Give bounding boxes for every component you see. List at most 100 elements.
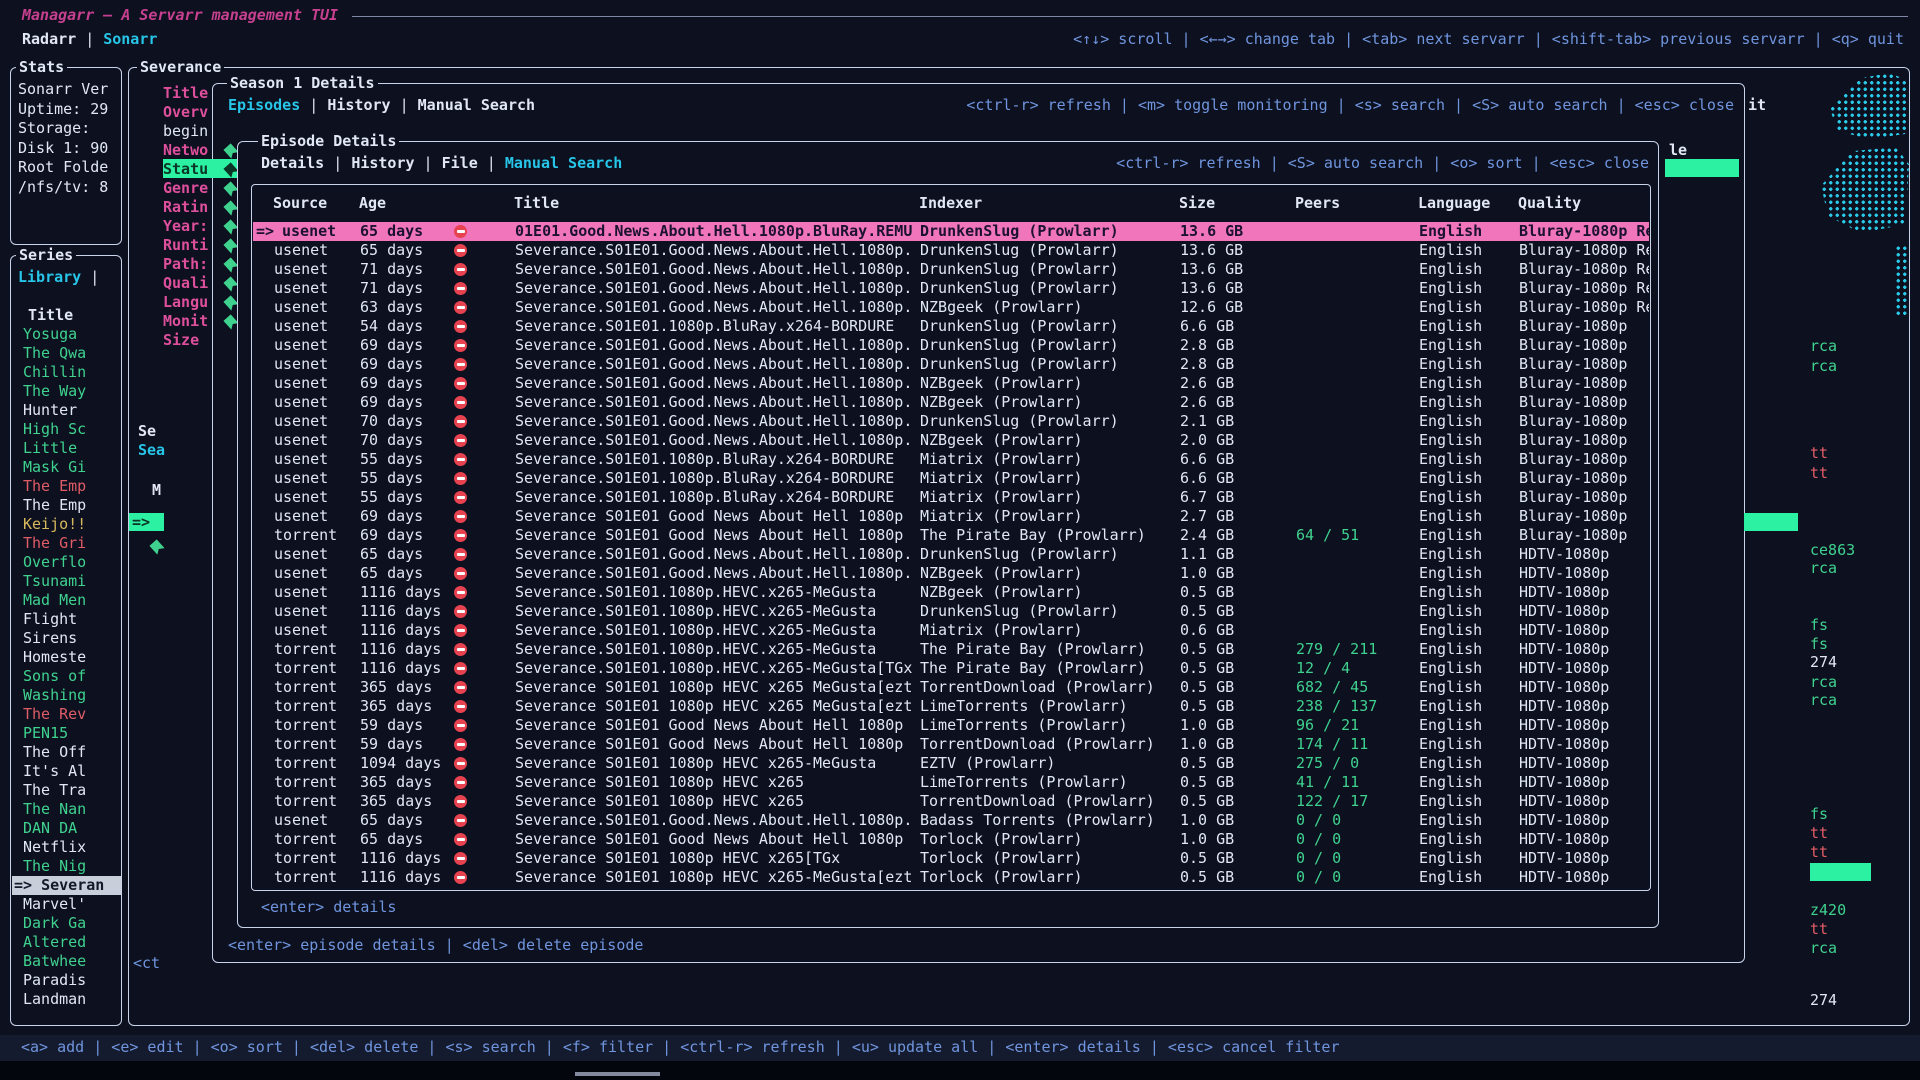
release-row[interactable]: usenet55 daysSeverance.S01E01.1080p.BluR… [253,469,1649,488]
release-row[interactable]: usenet55 daysSeverance.S01E01.1080p.BluR… [253,450,1649,469]
series-item[interactable]: Batwhee [23,952,121,971]
release-size: 0.5 GB [1180,583,1285,602]
episode-tab-details[interactable]: Details [261,154,324,173]
release-row[interactable]: usenet69 daysSeverance.S01E01.Good.News.… [253,336,1649,355]
release-row[interactable]: usenet1116 daysSeverance.S01E01.1080p.HE… [253,602,1649,621]
release-row[interactable]: torrent65 daysSeverance S01E01 Good News… [253,830,1649,849]
series-item[interactable]: Hunter [23,401,121,420]
release-row[interactable]: usenet71 daysSeverance.S01E01.Good.News.… [253,260,1649,279]
series-item[interactable]: Chillin [23,363,121,382]
release-source: usenet [274,241,356,260]
series-item[interactable]: Little [23,439,121,458]
release-size: 1.0 GB [1180,564,1285,583]
servarr-tab-sonarr[interactable]: Sonarr [103,30,157,49]
release-row[interactable]: usenet69 daysSeverance.S01E01.Good.News.… [253,393,1649,412]
episode-tab-manual-search[interactable]: Manual Search [505,154,622,173]
release-quality: Bluray-1080p Re [1519,241,1649,260]
release-row[interactable]: torrent59 daysSeverance S01E01 Good News… [253,735,1649,754]
series-item[interactable]: High Sc [23,420,121,439]
release-row[interactable]: usenet63 daysSeverance.S01E01.Good.News.… [253,298,1649,317]
release-row[interactable]: usenet1116 daysSeverance.S01E01.1080p.HE… [253,621,1649,640]
series-item[interactable]: Sons of [23,667,121,686]
release-title: Severance.S01E01.Good.News.About.Hell.10… [515,279,915,298]
release-row[interactable]: usenet55 daysSeverance.S01E01.1080p.BluR… [253,488,1649,507]
series-item[interactable]: The Off [23,743,121,762]
series-item[interactable]: Altered [23,933,121,952]
servarr-tab-radarr[interactable]: Radarr [22,30,76,49]
release-row[interactable]: torrent69 daysSeverance S01E01 Good News… [253,526,1649,545]
release-size: 2.4 GB [1180,526,1285,545]
release-age: 69 days [360,336,452,355]
series-item[interactable]: Tsunami [23,572,121,591]
series-item[interactable]: Mask Gi [23,458,121,477]
release-row[interactable]: torrent1116 daysSeverance S01E01 1080p H… [253,849,1649,868]
rejected-icon [454,643,467,656]
series-item[interactable]: The Emp [23,477,121,496]
release-row[interactable]: torrent1094 daysSeverance S01E01 1080p H… [253,754,1649,773]
series-item[interactable]: Landman [23,990,121,1009]
season-tab-episodes[interactable]: Episodes [228,96,300,115]
series-item[interactable]: The Nig [23,857,121,876]
release-row[interactable]: usenet70 daysSeverance.S01E01.Good.News.… [253,431,1649,450]
release-indexer: Torlock (Prowlarr) [920,849,1172,868]
series-item[interactable]: Flight [23,610,121,629]
series-item[interactable]: The Way [23,382,121,401]
release-title: Severance.S01E01.1080p.BluRay.x264-BORDU… [515,488,915,507]
release-row[interactable]: torrent1116 daysSeverance.S01E01.1080p.H… [253,640,1649,659]
tab-separator: | [391,96,418,115]
series-item[interactable]: Sirens [23,629,121,648]
release-row[interactable]: torrent1116 daysSeverance S01E01 1080p H… [253,868,1649,887]
episode-tab-file[interactable]: File [442,154,478,173]
release-row[interactable]: =>usenet65 days01E01.Good.News.About.Hel… [253,222,1649,241]
release-row[interactable]: usenet69 daysSeverance.S01E01.Good.News.… [253,374,1649,393]
series-item[interactable]: Netflix [23,838,121,857]
series-item[interactable]: Overflo [23,553,121,572]
series-item[interactable]: The Emp [23,496,121,515]
release-row[interactable]: torrent1116 daysSeverance.S01E01.1080p.H… [253,659,1649,678]
series-item[interactable]: Yosuga [23,325,121,344]
series-item[interactable]: The Tra [23,781,121,800]
release-source: usenet [274,545,356,564]
series-item[interactable]: Keijo!! [23,515,121,534]
series-item[interactable]: The Gri [23,534,121,553]
release-title: Severance.S01E01.Good.News.About.Hell.10… [515,545,915,564]
series-item[interactable]: Marvel' [23,895,121,914]
release-age: 59 days [360,716,452,735]
top-keybinds: <↑↓> scroll | <←→> change tab | <tab> ne… [1073,30,1904,49]
series-item[interactable]: Washing [23,686,121,705]
series-item[interactable]: Dark Ga [23,914,121,933]
series-item[interactable]: => Severan [12,876,121,895]
release-quality: Bluray-1080p [1519,374,1649,393]
release-row[interactable]: torrent59 daysSeverance S01E01 Good News… [253,716,1649,735]
release-size: 0.5 GB [1180,868,1285,887]
series-item[interactable]: Homeste [23,648,121,667]
series-item[interactable]: The Qwa [23,344,121,363]
release-row[interactable]: torrent365 daysSeverance S01E01 1080p HE… [253,773,1649,792]
series-item[interactable]: Mad Men [23,591,121,610]
release-row[interactable]: usenet71 daysSeverance.S01E01.Good.News.… [253,279,1649,298]
release-row[interactable]: torrent365 daysSeverance S01E01 1080p HE… [253,792,1649,811]
release-row[interactable]: usenet65 daysSeverance.S01E01.Good.News.… [253,241,1649,260]
release-row[interactable]: usenet69 daysSeverance S01E01 Good News … [253,507,1649,526]
release-row[interactable]: usenet69 daysSeverance.S01E01.Good.News.… [253,355,1649,374]
release-row[interactable]: usenet65 daysSeverance.S01E01.Good.News.… [253,811,1649,830]
release-quality: HDTV-1080p [1519,659,1649,678]
rejected-icon [454,510,467,523]
release-row[interactable]: usenet70 daysSeverance.S01E01.Good.News.… [253,412,1649,431]
release-row[interactable]: usenet54 daysSeverance.S01E01.1080p.BluR… [253,317,1649,336]
episode-tab-history[interactable]: History [351,154,414,173]
series-item[interactable]: PEN15 [23,724,121,743]
series-item[interactable]: The Rev [23,705,121,724]
release-row[interactable]: usenet65 daysSeverance.S01E01.Good.News.… [253,545,1649,564]
release-age: 365 days [360,792,452,811]
release-row[interactable]: usenet65 daysSeverance.S01E01.Good.News.… [253,564,1649,583]
series-item[interactable]: DAN DA [23,819,121,838]
release-row[interactable]: torrent365 daysSeverance S01E01 1080p HE… [253,678,1649,697]
series-item[interactable]: It's Al [23,762,121,781]
season-tab-manual-search[interactable]: Manual Search [418,96,535,115]
release-row[interactable]: torrent365 daysSeverance S01E01 1080p HE… [253,697,1649,716]
season-tab-history[interactable]: History [327,96,390,115]
series-item[interactable]: The Nan [23,800,121,819]
release-row[interactable]: usenet1116 daysSeverance.S01E01.1080p.HE… [253,583,1649,602]
series-item[interactable]: Paradis [23,971,121,990]
